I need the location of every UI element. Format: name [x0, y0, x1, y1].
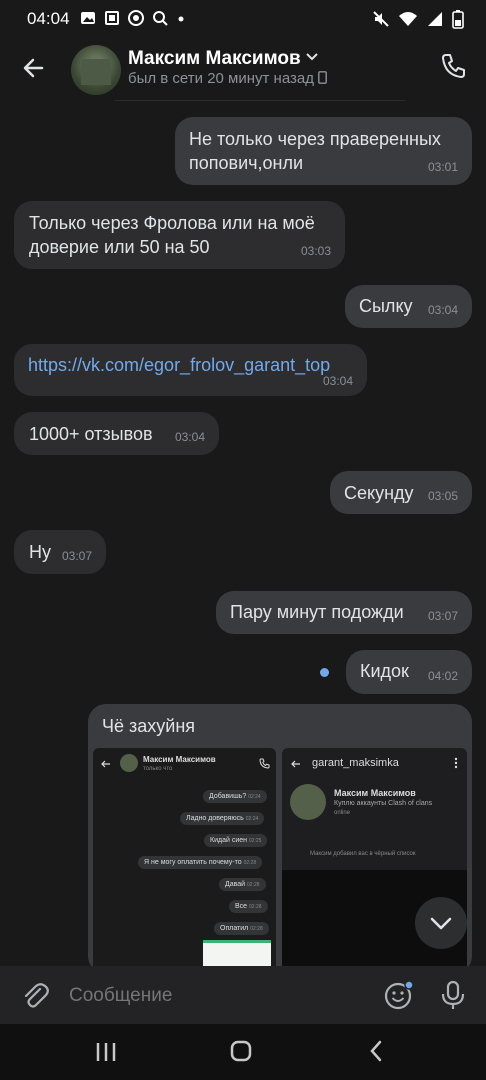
mute-icon: [372, 10, 390, 33]
mini-bubble: Кидай сиен 02:25: [204, 834, 268, 847]
mini-bubble: Оплатил 02:28: [214, 922, 269, 935]
contact-name[interactable]: Максим Максимов: [128, 48, 301, 70]
message-link[interactable]: https://vk.com/egor_frolov_garant_top: [28, 355, 330, 375]
avatar: [290, 784, 326, 820]
mini-bubble: Добавишь? 02:24: [203, 790, 267, 803]
message-bubble[interactable]: Сылку 03:04: [345, 285, 472, 328]
message-text: 1000+ отзывов: [29, 424, 153, 444]
emoji-icon[interactable]: [384, 980, 414, 1015]
message-bubble[interactable]: Только через Фролова или на моё доверие …: [14, 201, 345, 269]
photo-caption: Чё захуйня: [102, 716, 196, 736]
message-bubble[interactable]: https://vk.com/egor_frolov_garant_top 03…: [14, 344, 367, 396]
message-time: 03:01: [427, 160, 458, 174]
mobile-device-icon: [318, 71, 328, 84]
message-bubble[interactable]: 1000+ отзывов 03:04: [14, 412, 219, 455]
last-seen-status: был в сети 20 минут назад: [128, 70, 328, 87]
mini-bubble-time: 02:24: [248, 794, 261, 800]
message-text: Только через Фролова или на моё доверие …: [29, 213, 315, 257]
mini-status: только что: [143, 766, 173, 772]
header-divider: [115, 100, 405, 101]
mini-bubble-time: 02:28: [250, 926, 263, 932]
message-time: 03:04: [322, 374, 353, 388]
message-text: Секунду: [344, 483, 414, 503]
wifi-icon: [398, 10, 418, 33]
unread-dot: [320, 668, 329, 677]
message-bubble[interactable]: Пару минут подожди 03:07: [216, 591, 472, 634]
mini-bubble-text: Кидай сиен: [210, 837, 247, 844]
avatar: [120, 754, 138, 772]
signal-icon: [426, 10, 444, 33]
message-time: 03:04: [174, 430, 205, 444]
mini-bubble-time: 02:28: [247, 882, 260, 888]
message-time: 03:07: [61, 549, 92, 563]
mini-bubble-text: Добавишь?: [209, 793, 247, 800]
message-time: 03:03: [300, 244, 331, 258]
message-text: Кидок: [360, 661, 409, 681]
battery-icon: [452, 9, 464, 34]
system-navigation-bar: [0, 1024, 486, 1080]
mini-bubble-time: 02:28: [243, 860, 257, 866]
status-time: 04:04: [27, 9, 70, 28]
message-bubble[interactable]: Ну 03:07: [14, 530, 106, 574]
scroll-down-button[interactable]: [415, 897, 467, 949]
message-bubble[interactable]: Секунду 03:05: [330, 471, 472, 514]
status-bar: 04:04: [0, 0, 486, 36]
message-text: Не только через праверенных попович,онли: [189, 129, 441, 173]
search-status-icon: [152, 10, 168, 31]
message-bubble[interactable]: Не только через праверенных попович,онли…: [175, 117, 472, 185]
chat-header: Максим Максимов был в сети 20 минут наза…: [0, 36, 486, 102]
back-arrow-icon[interactable]: [20, 54, 48, 82]
mini-bubble-text: Все: [235, 903, 248, 910]
avatar[interactable]: [71, 45, 121, 95]
home-icon[interactable]: [230, 1040, 252, 1067]
mini-bubble: Давай 02:28: [219, 878, 266, 891]
back-arrow-icon: [101, 760, 110, 768]
mini-contact-name: Максим Максимов: [143, 755, 216, 764]
mini-bubble-text: Ладно доверяюсь: [186, 815, 244, 822]
message-time: 04:02: [427, 669, 458, 683]
blacklist-notice: Максим добавил вас в чёрный список: [310, 851, 416, 857]
last-seen-text: был в сети 20 минут назад: [128, 70, 314, 87]
back-nav-icon[interactable]: [368, 1040, 384, 1067]
mini-bubble: Ладно доверяюсь 02:24: [180, 812, 265, 825]
message-input[interactable]: [67, 984, 351, 1008]
mini-bubble-time: 02:25: [248, 838, 262, 844]
status-right-icons: [372, 9, 464, 34]
mini-profile-name: Максим Максимов: [334, 788, 416, 798]
mini-bubble-text: Оплатил: [220, 925, 249, 932]
message-time: 03:05: [427, 489, 458, 503]
gallery-icon: [80, 10, 96, 31]
notification-dot-icon: [176, 10, 186, 31]
recent-apps-icon[interactable]: [95, 1041, 117, 1068]
message-text: Сылку: [359, 296, 413, 316]
message-bubble[interactable]: Кидок 04:02: [346, 650, 472, 694]
mini-bubble: Все 02:28: [229, 900, 268, 913]
back-arrow-icon: [291, 760, 300, 768]
status-left-icons: [80, 10, 186, 31]
mini-bubble-time: 02:24: [245, 816, 259, 822]
message-composer: [0, 966, 486, 1024]
mini-bubble-time: 02:28: [249, 904, 262, 910]
message-text: Ну: [29, 542, 51, 562]
mini-profile-desc: Куплю аккаунты Clash of clans: [334, 800, 433, 807]
microphone-icon[interactable]: [440, 980, 466, 1015]
message-time: 03:04: [427, 303, 458, 317]
chevron-down-icon: [430, 917, 452, 930]
more-vertical-icon: [454, 757, 458, 769]
chevron-down-icon[interactable]: [305, 50, 319, 69]
chrome-icon: [128, 10, 144, 31]
message-text: Пару минут подожди: [230, 602, 404, 622]
mini-profile-title: garant_maksimka: [312, 757, 399, 769]
mini-bubble: Я не могу оплатить почему-то 02:28: [138, 856, 263, 869]
image-icon: [104, 10, 120, 31]
attached-screenshot-left[interactable]: Максим Максимов только что Добавишь? 02:…: [93, 748, 276, 974]
attach-paperclip-icon[interactable]: [20, 980, 50, 1015]
phone-call-icon: [259, 758, 270, 769]
mini-bubble-text: Я не могу оплатить почему-то: [144, 859, 242, 866]
message-time: 03:07: [427, 609, 458, 623]
phone-call-icon[interactable]: [440, 52, 468, 85]
mini-profile-status: online: [334, 810, 351, 816]
mini-bubble-text: Давай: [225, 881, 246, 888]
